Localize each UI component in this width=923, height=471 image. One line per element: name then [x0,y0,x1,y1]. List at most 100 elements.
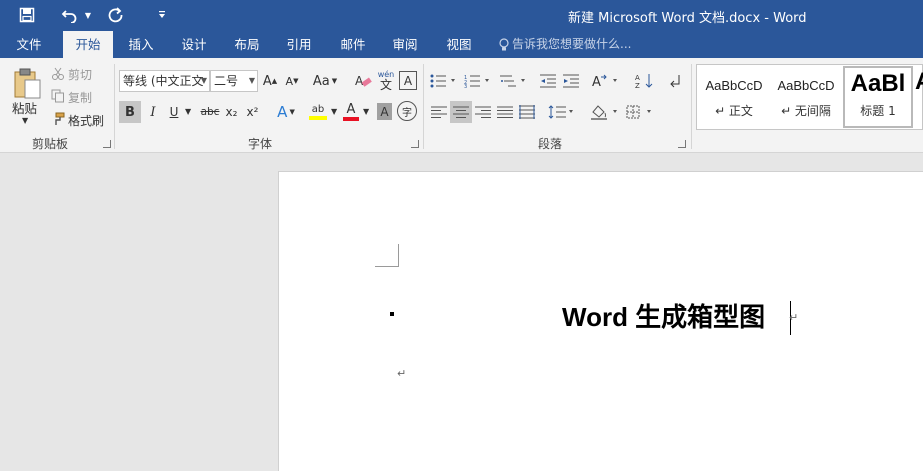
paragraph-group-label: 段落 [537,137,562,151]
enclose-char-icon[interactable]: 字 [397,101,417,121]
ribbon-tab-bar: 文件 开始 插入 设计 布局 引用 邮件 审阅 视图 告诉我您想要做什么... [0,31,923,58]
chevron-down-icon: ▼ [248,76,255,85]
tab-view[interactable]: 视图 [436,31,482,58]
font-color-icon[interactable]: A [341,101,361,123]
format-painter-label[interactable]: 格式刷 [68,112,104,129]
tab-layout[interactable]: 布局 [224,31,270,58]
customize-qat-icon[interactable] [152,4,172,26]
highlight-dropdown-icon[interactable]: ▼ [331,107,337,116]
style-sample: AaBbCcD [777,78,835,93]
tab-review[interactable]: 审阅 [382,31,428,58]
svg-text:A: A [355,74,364,88]
superscript-button[interactable]: x² [244,101,261,123]
paste-label[interactable]: 粘贴 [12,98,37,117]
empty-paragraph-mark: ↵ [397,367,407,380]
borders-icon[interactable] [625,101,657,123]
subscript-button[interactable]: x₂ [223,101,240,123]
tab-home[interactable]: 开始 [63,31,113,58]
scissors-icon[interactable] [50,66,66,82]
tell-me-box[interactable]: 告诉我您想要做什么... [499,31,631,58]
grow-font-icon[interactable]: A ▲ [262,71,278,91]
ribbon: 粘贴 ▼ 剪切 复制 格式刷 剪贴板 等线 (中文正文 ▼ 二号 ▼ A ▲ A ▼ A… [0,58,923,153]
increase-indent-icon[interactable] [561,70,581,92]
align-center-icon[interactable] [450,101,472,123]
window-title: 新建 Microsoft Word 文档.docx - Word [568,11,807,26]
style-normal[interactable]: AaBbCcD ↵ 正文 [699,66,769,128]
clipboard-group-label: 剪贴板 [31,137,68,151]
decrease-indent-icon[interactable] [538,70,558,92]
format-painter-icon[interactable] [50,111,66,127]
underline-dropdown-icon[interactable]: ▼ [185,107,191,116]
paragraph-bullet-mark [390,312,394,316]
tab-mailings[interactable]: 邮件 [330,31,376,58]
chevron-down-icon: ▼ [200,76,207,85]
tab-references[interactable]: 引用 [276,31,322,58]
svg-text:Z: Z [635,82,640,89]
svg-text:A: A [592,75,601,88]
style-name: 标题 1 [860,104,896,118]
undo-dropdown-icon[interactable]: ▼ [82,4,94,26]
change-case-icon[interactable]: Aa ▼ [311,71,339,91]
style-heading-1[interactable]: AaBl 标题 1 [843,66,913,128]
style-no-spacing[interactable]: AaBbCcD ↵ 无间隔 [771,66,841,128]
style-name: ↵ 正文 [715,104,753,118]
font-name-value: 等线 (中文正文 [123,74,204,88]
style-name: ↵ 无间隔 [781,104,831,118]
show-marks-icon[interactable] [664,70,686,92]
text-effects-icon[interactable]: A ▼ [275,101,297,123]
shrink-font-icon[interactable]: A ▼ [284,71,300,91]
char-border-icon[interactable]: A [399,71,417,90]
clipboard-launcher-icon[interactable] [103,140,111,148]
strikethrough-button[interactable]: abc [199,101,221,123]
tell-me-text: 告诉我您想要做什么... [512,37,632,51]
highlight-color-icon[interactable]: ab [306,101,330,123]
shading-icon[interactable] [589,101,621,123]
underline-button[interactable]: U [166,101,182,123]
lightbulb-icon [499,37,509,52]
paragraph-mark: ↵ [789,311,799,324]
chinese-layout-icon[interactable]: A [591,70,621,92]
paste-dropdown-icon[interactable]: ▼ [22,116,28,125]
phonetic-guide-icon[interactable]: wén 文 [376,69,396,93]
italic-button[interactable]: I [144,101,162,123]
tab-file[interactable]: 文件 [5,31,53,58]
align-left-icon[interactable] [429,101,449,123]
distributed-icon[interactable] [517,101,537,123]
font-color-dropdown-icon[interactable]: ▼ [363,107,369,116]
copy-label[interactable]: 复制 [68,89,92,106]
group-separator [114,64,115,149]
bullets-icon[interactable] [429,70,459,92]
font-launcher-icon[interactable] [411,140,419,148]
multilevel-list-icon[interactable] [497,70,529,92]
align-right-icon[interactable] [473,101,493,123]
cut-label[interactable]: 剪切 [68,66,92,83]
style-next-partial[interactable]: A [915,66,923,128]
line-spacing-icon[interactable] [547,101,577,123]
document-heading[interactable]: Word 生成箱型图 [562,297,765,334]
char-shading-icon[interactable]: A [377,103,392,120]
undo-icon[interactable] [58,4,82,26]
font-size-value: 二号 [214,74,239,88]
save-icon[interactable] [14,4,40,26]
font-name-combo[interactable]: 等线 (中文正文 ▼ [119,70,210,92]
group-separator [423,64,424,149]
tab-design[interactable]: 设计 [171,31,217,58]
clear-format-icon[interactable]: A [353,70,373,92]
justify-icon[interactable] [495,101,515,123]
redo-icon[interactable] [104,4,128,26]
svg-text:A: A [635,74,640,82]
copy-icon[interactable] [50,88,66,104]
sort-icon[interactable]: AZ [634,70,656,92]
group-separator [691,64,692,149]
font-size-combo[interactable]: 二号 ▼ [210,70,258,92]
document-page[interactable]: Word 生成箱型图 ↵ ↵ [278,171,923,471]
numbering-icon[interactable]: 123 [463,70,493,92]
margin-crop-mark [375,244,399,267]
style-sample: AaBbCcD [705,78,763,93]
document-workspace: Word 生成箱型图 ↵ ↵ [0,153,923,471]
paragraph-launcher-icon[interactable] [678,140,686,148]
paste-icon[interactable] [10,66,44,100]
tab-insert[interactable]: 插入 [118,31,164,58]
style-sample: AaBl [850,70,906,97]
bold-button[interactable]: B [119,101,141,123]
